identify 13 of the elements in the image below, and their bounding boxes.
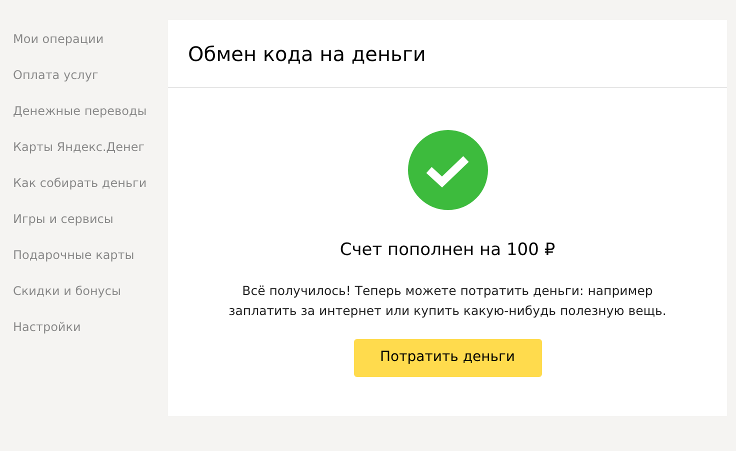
sidebar-link[interactable]: Денежные переводы	[13, 101, 147, 137]
sidebar-link[interactable]: Игры и сервисы	[13, 209, 114, 245]
page-title: Обмен кода на деньги	[188, 40, 426, 68]
sidebar-link[interactable]: Настройки	[13, 317, 81, 353]
sidebar-link[interactable]: Подарочные карты	[13, 245, 134, 281]
result-heading: Счет пополнен на 100 ₽	[340, 239, 556, 262]
result-description: Всё получилось! Теперь можете потратить деньги: например заплатить за интернет или купить какую-нибудь полезную вещь.	[228, 282, 666, 320]
sidebar-link[interactable]: Мои операции	[13, 29, 104, 65]
sidebar-link[interactable]: Скидки и бонусы	[13, 281, 121, 317]
sidebar-link[interactable]: Оплата услуг	[13, 65, 98, 101]
sidebar-link[interactable]: Как собирать деньги	[13, 173, 147, 209]
spend-money-button[interactable]: Потратить деньги	[354, 338, 542, 376]
sidebar-link[interactable]: Карты Яндекс.Денег	[13, 137, 145, 173]
